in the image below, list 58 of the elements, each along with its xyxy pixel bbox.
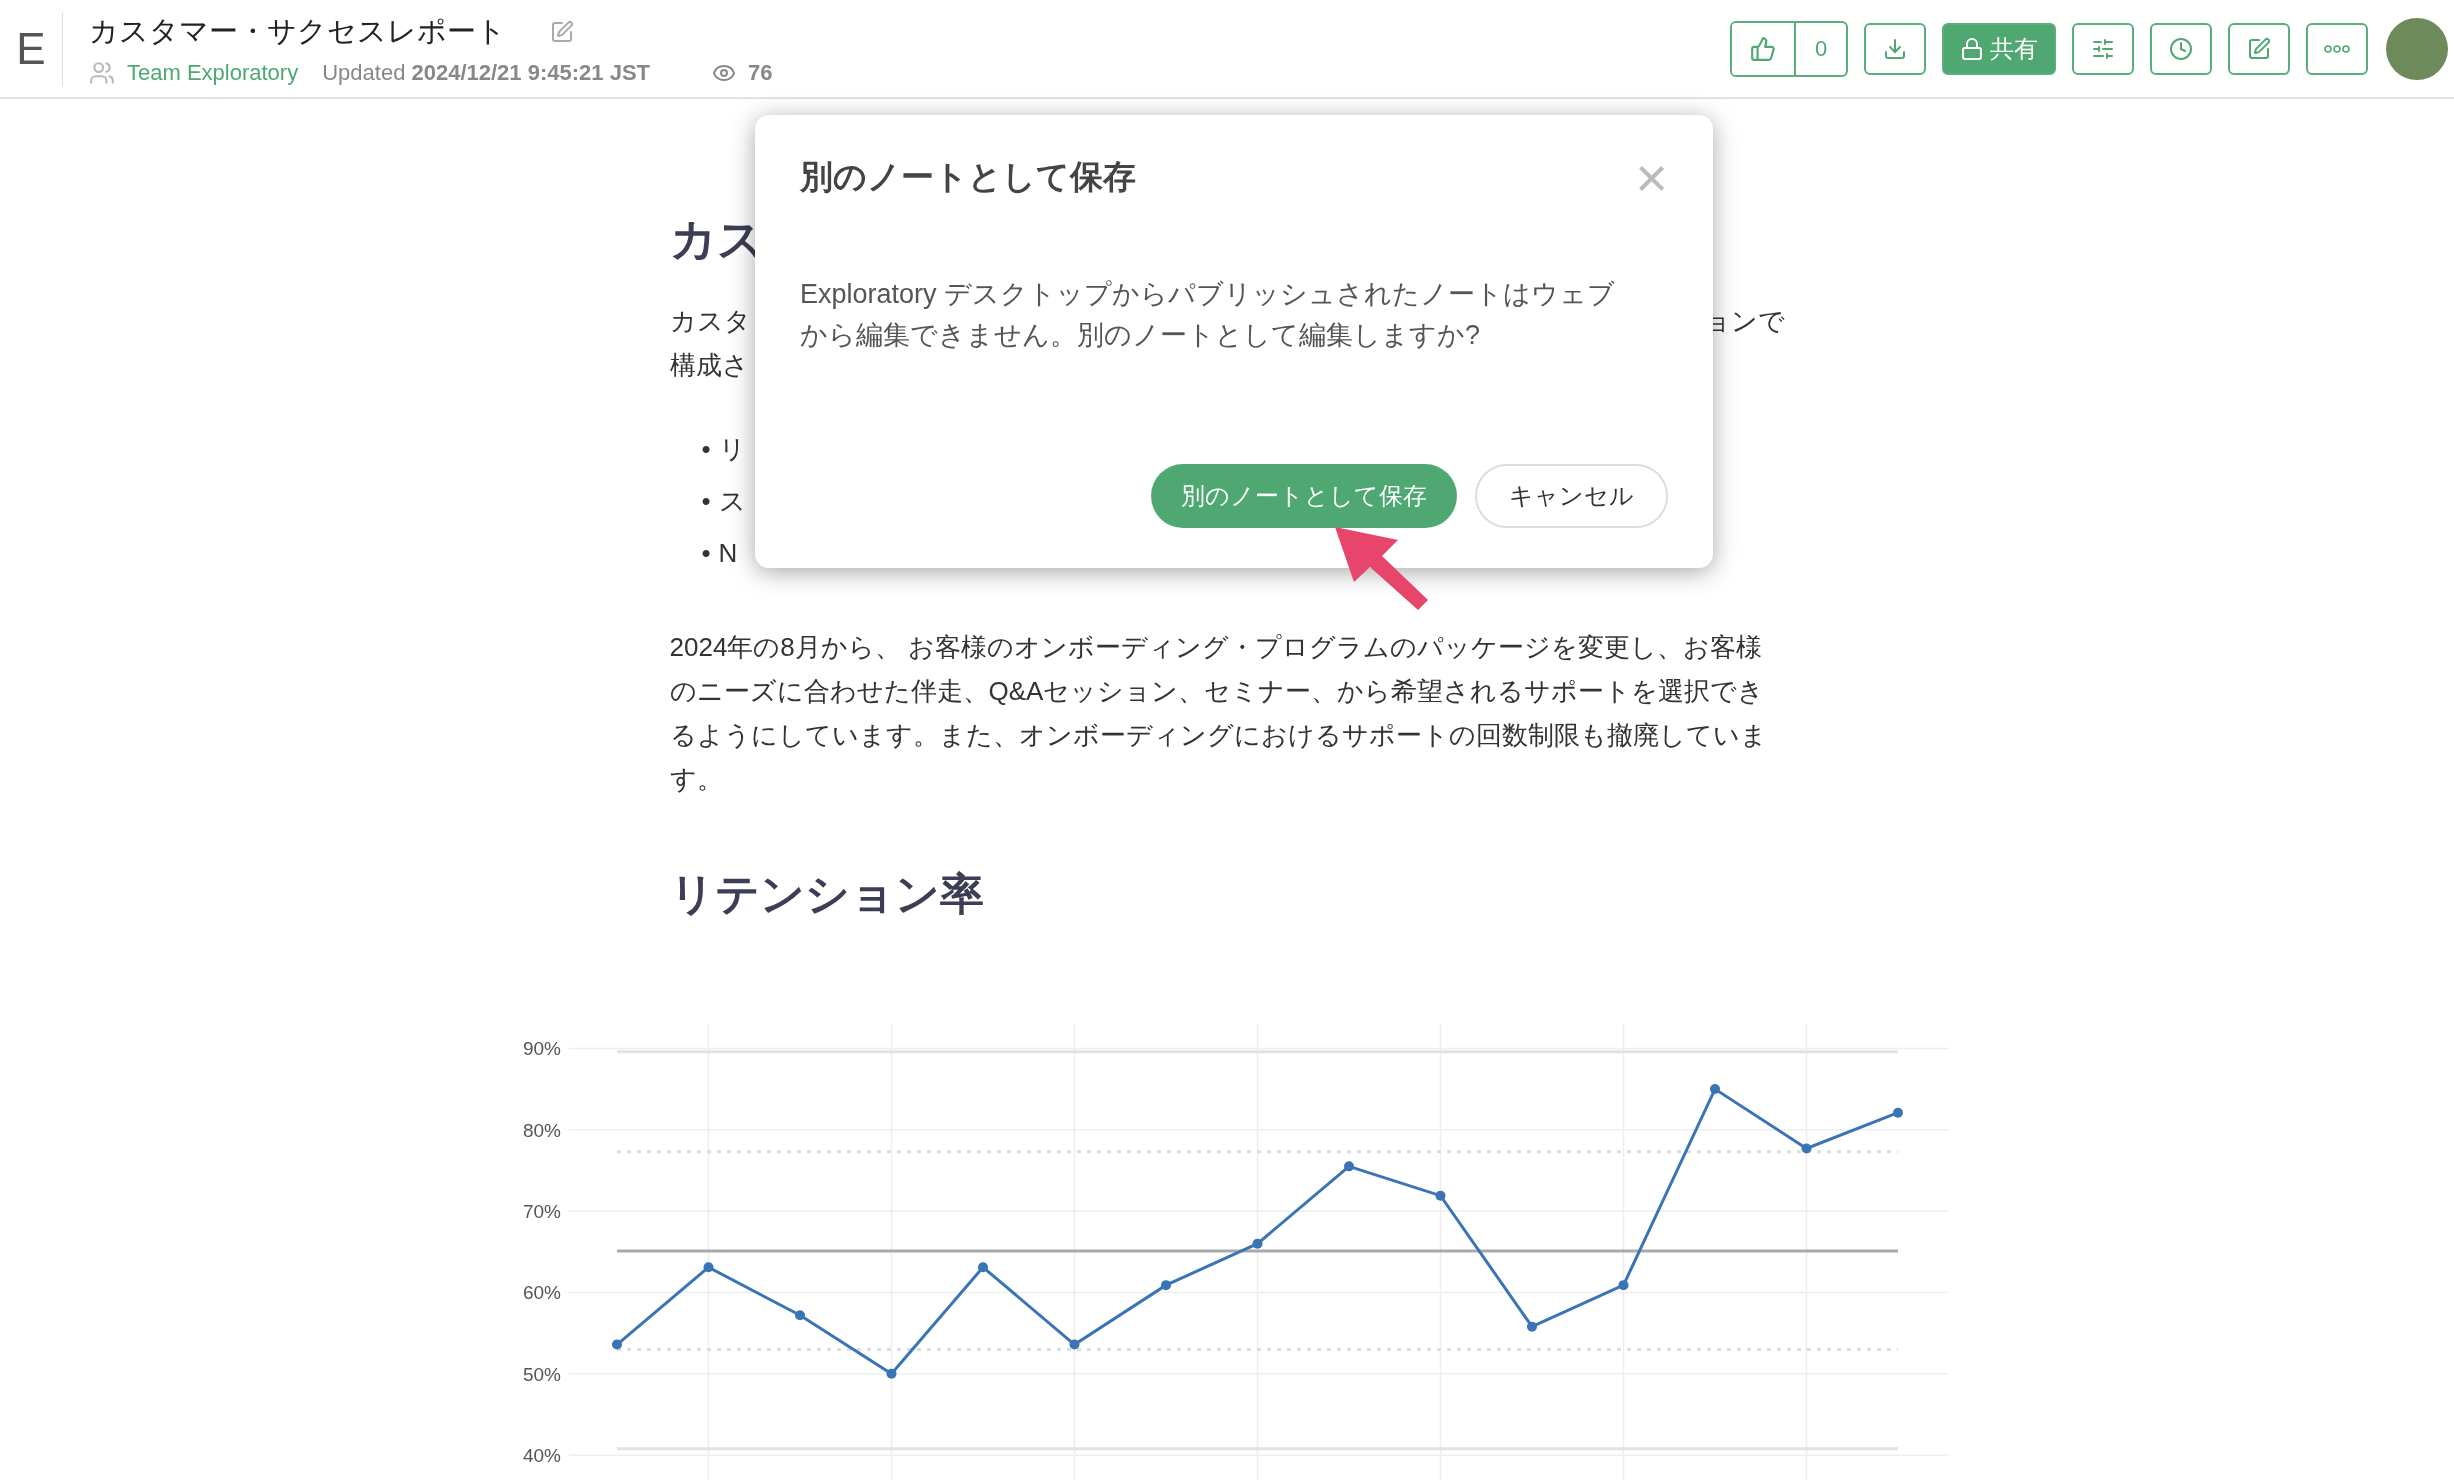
view-count: 76 <box>748 59 773 86</box>
axis-label: 40% <box>522 1445 561 1467</box>
close-button[interactable]: × <box>1635 157 1668 198</box>
share-button[interactable]: 共有 <box>1942 22 2056 75</box>
history-button[interactable] <box>2150 22 2212 75</box>
sliders-icon <box>2091 36 2115 61</box>
paragraph-text: カスタ <box>669 305 751 338</box>
like-count: 0 <box>1794 22 1846 75</box>
settings-button[interactable] <box>2072 22 2134 75</box>
edit-icon <box>2247 36 2271 61</box>
section-heading: リテンション率 <box>669 868 985 920</box>
data-point <box>1527 1321 1537 1332</box>
data-point <box>1710 1084 1720 1095</box>
cancel-button[interactable]: キャンセル <box>1475 464 1668 528</box>
axis-label: 70% <box>522 1201 561 1223</box>
paragraph-text: 2024年の8月から、 お客様のオンボーディング・プログラムのパッケージを変更し、お客様のニーズに合わせた伴走、Q&Aセッション、セミナー、から希望されるサポートを選択できるようにしています。また、オンボーディングにおけるサポートの回数制限も撤廃しています。 <box>669 631 1768 796</box>
edit-button[interactable] <box>2228 22 2290 75</box>
data-point <box>1435 1190 1446 1201</box>
dialog-message: Exploratory デスクトップからパブリッシュされたノートはウェブから編集できません。別のノートとして編集しますか? <box>800 278 1617 352</box>
thumbs-up-icon <box>1750 35 1776 62</box>
note-title: カスタマー・サクセスレポート <box>89 13 506 49</box>
dialog-title: 別のノートとして保存 <box>800 157 1136 197</box>
data-point <box>795 1310 805 1321</box>
data-point <box>1161 1280 1171 1291</box>
bullet-item: N <box>718 537 738 570</box>
data-point <box>703 1262 714 1273</box>
data-point <box>1618 1280 1629 1291</box>
data-point <box>1893 1107 1903 1118</box>
download-icon <box>1883 36 1907 61</box>
data-point <box>978 1262 988 1273</box>
save-as-new-button[interactable]: 別のノートとして保存 <box>1151 464 1457 528</box>
document-heading: カス <box>669 212 765 267</box>
bullet-item: ス <box>718 485 746 518</box>
bullet-mark: • <box>701 485 711 518</box>
more-button[interactable] <box>2306 22 2368 75</box>
app-logo[interactable]: E <box>0 11 63 86</box>
bullet-mark: • <box>701 433 711 466</box>
data-point <box>1252 1238 1263 1249</box>
axis-label: 80% <box>522 1119 561 1141</box>
axis-label: 60% <box>522 1282 561 1304</box>
paragraph-text: 構成さ <box>669 349 749 382</box>
data-point <box>886 1368 897 1379</box>
clock-icon <box>2169 36 2193 61</box>
more-icon <box>2324 44 2350 53</box>
axis-label: 50% <box>522 1363 561 1385</box>
team-link[interactable]: Team Exploratory <box>127 59 299 86</box>
lock-icon <box>1960 36 1984 61</box>
data-point <box>1069 1339 1080 1350</box>
data-point <box>1344 1161 1354 1172</box>
bullet-mark: • <box>701 537 711 570</box>
data-point <box>1801 1143 1812 1154</box>
data-point <box>612 1339 622 1350</box>
bullet-item: リ <box>718 433 746 466</box>
edit-icon[interactable] <box>550 19 574 44</box>
updated-time: Updated 2024/12/21 9:45:21 JST <box>322 59 650 86</box>
team-icon <box>89 59 115 86</box>
axis-label: 90% <box>522 1038 561 1060</box>
download-button[interactable] <box>1864 22 1926 75</box>
